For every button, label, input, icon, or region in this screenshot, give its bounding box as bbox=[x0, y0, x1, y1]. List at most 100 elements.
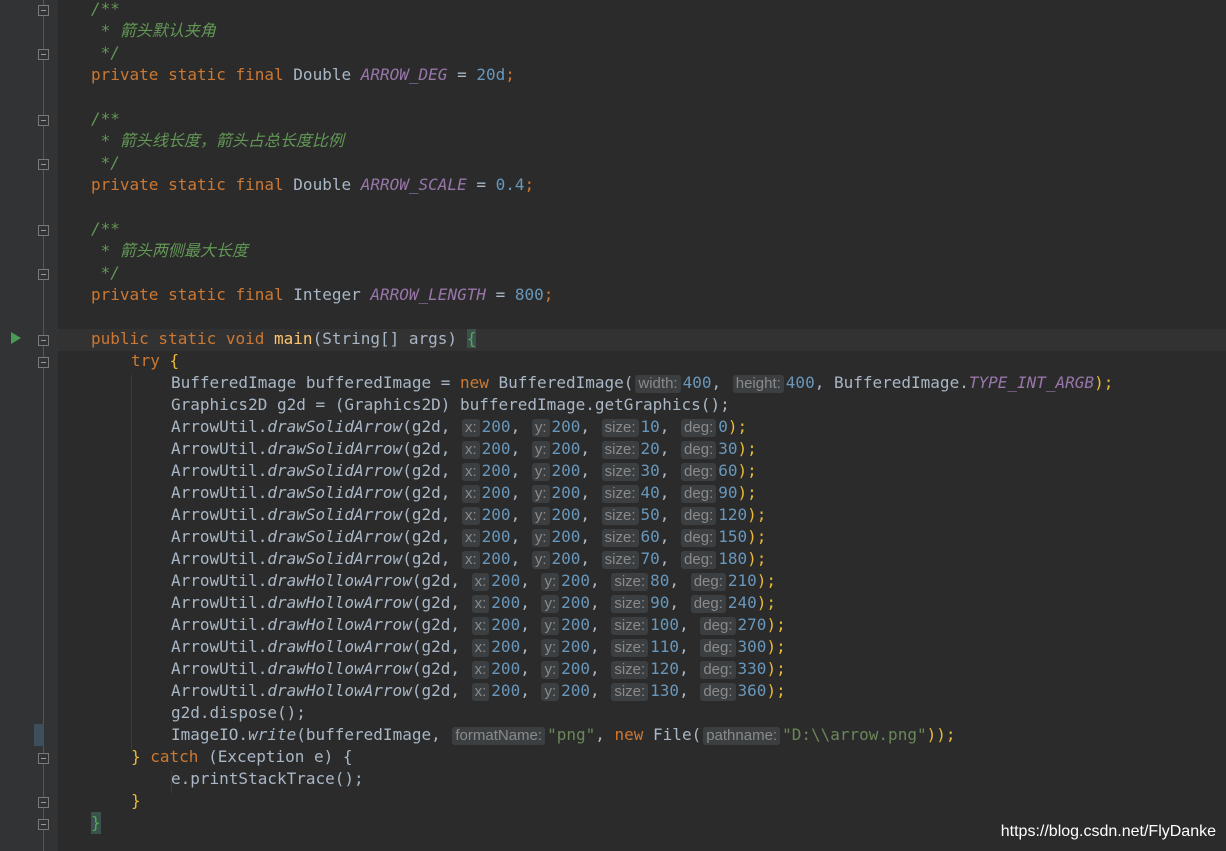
code-text: ); bbox=[756, 593, 777, 612]
method-name: drawHollowArrow bbox=[267, 681, 412, 700]
type: Double bbox=[293, 175, 352, 194]
fold-marker[interactable] bbox=[38, 5, 49, 16]
param-hint: deg: bbox=[690, 595, 726, 613]
param-hint: deg: bbox=[681, 551, 717, 569]
method-name: drawHollowArrow bbox=[267, 637, 412, 656]
fold-marker[interactable] bbox=[38, 753, 49, 764]
param-hint: x: bbox=[461, 463, 480, 481]
number: 30 bbox=[718, 439, 738, 458]
number: 80 bbox=[650, 571, 670, 590]
code-text: (g2d, bbox=[402, 549, 460, 568]
code-text: (g2d, bbox=[402, 527, 460, 546]
number: 200 bbox=[561, 637, 591, 656]
number: 200 bbox=[491, 615, 521, 634]
param-hint: y: bbox=[541, 683, 560, 701]
param-hint: size: bbox=[611, 573, 649, 591]
code-text: BufferedImage( bbox=[488, 373, 634, 392]
code-text: ArrowUtil. bbox=[171, 505, 268, 524]
code-text: ); bbox=[766, 615, 786, 634]
number: 20 bbox=[640, 439, 660, 458]
number: 270 bbox=[737, 615, 767, 634]
fold-marker[interactable] bbox=[38, 49, 49, 60]
constant: ARROW_SCALE bbox=[360, 175, 467, 194]
param-hint: size: bbox=[601, 551, 639, 569]
number: 90 bbox=[718, 483, 738, 502]
fold-marker[interactable] bbox=[38, 335, 49, 346]
number: 0.4 bbox=[495, 175, 525, 194]
code-line: * 箭头默认夹角 bbox=[91, 21, 216, 40]
indent-guide bbox=[131, 375, 132, 749]
number: 50 bbox=[640, 505, 660, 524]
number: 40 bbox=[640, 483, 660, 502]
param-hint: deg: bbox=[690, 573, 726, 591]
number: 0 bbox=[718, 417, 728, 436]
method-name: drawSolidArrow bbox=[267, 505, 403, 524]
code-text: ArrowUtil. bbox=[171, 549, 268, 568]
fold-marker[interactable] bbox=[38, 115, 49, 126]
number: 360 bbox=[737, 681, 767, 700]
code-text: ArrowUtil. bbox=[171, 527, 268, 546]
param-hint: x: bbox=[471, 683, 490, 701]
watermark: https://blog.csdn.net/FlyDanke bbox=[1000, 823, 1216, 840]
param-hint: x: bbox=[471, 639, 490, 657]
code-text: (g2d, bbox=[411, 681, 470, 700]
code-line: private static final Double ARROW_DEG = … bbox=[91, 65, 515, 84]
number: 180 bbox=[718, 549, 748, 568]
code-line: ArrowUtil.drawSolidArrow(g2d, x: 200, y: 2… bbox=[171, 439, 757, 459]
param-hint: x: bbox=[471, 573, 490, 591]
code-line: ArrowUtil.drawSolidArrow(g2d, x: 200, y: 2… bbox=[171, 549, 767, 569]
param-hint: y: bbox=[531, 485, 550, 503]
method-name: drawSolidArrow bbox=[267, 417, 403, 436]
code-text: ); bbox=[737, 439, 757, 458]
code-line: ArrowUtil.drawHollowArrow(g2d, x: 200, y:… bbox=[171, 571, 777, 591]
type: Double bbox=[293, 65, 352, 84]
number: 200 bbox=[551, 439, 581, 458]
number: 200 bbox=[491, 637, 521, 656]
number: 200 bbox=[551, 527, 581, 546]
method-name: drawSolidArrow bbox=[267, 483, 403, 502]
run-icon[interactable] bbox=[11, 332, 21, 344]
code-text: ArrowUtil. bbox=[171, 681, 268, 700]
number: 70 bbox=[640, 549, 660, 568]
code-line: e.printStackTrace(); bbox=[171, 769, 364, 788]
number: 200 bbox=[481, 439, 511, 458]
fold-marker[interactable] bbox=[38, 225, 49, 236]
code-line: BufferedImage bufferedImage = new Buffer… bbox=[171, 373, 1114, 393]
number: 330 bbox=[737, 659, 767, 678]
code-text: ); bbox=[756, 571, 777, 590]
method-name: drawHollowArrow bbox=[267, 659, 412, 678]
fold-marker[interactable] bbox=[38, 357, 49, 368]
param-hint: size: bbox=[601, 529, 639, 547]
fold-marker[interactable] bbox=[38, 797, 49, 808]
fold-marker[interactable] bbox=[38, 159, 49, 170]
code-text: ArrowUtil. bbox=[171, 461, 268, 480]
param-hint: deg: bbox=[700, 683, 736, 701]
code-text: )); bbox=[926, 725, 956, 744]
keyword: catch bbox=[150, 747, 199, 766]
param-hint: deg: bbox=[681, 485, 717, 503]
code-line: ArrowUtil.drawHollowArrow(g2d, x: 200, y:… bbox=[171, 593, 777, 613]
code-line: /** bbox=[91, 109, 120, 128]
code-line: Graphics2D g2d = (Graphics2D) bufferedIm… bbox=[171, 395, 730, 414]
code-line: ArrowUtil.drawHollowArrow(g2d, x: 200, y:… bbox=[171, 615, 786, 635]
fold-marker[interactable] bbox=[38, 269, 49, 280]
code-text: ); bbox=[737, 483, 757, 502]
code-text: ); bbox=[727, 417, 748, 436]
number: 20d bbox=[476, 65, 506, 84]
param-hint: formatName: bbox=[452, 727, 546, 745]
fold-marker[interactable] bbox=[38, 819, 49, 830]
number: 200 bbox=[561, 659, 591, 678]
param-hint: x: bbox=[461, 507, 480, 525]
code-line: ArrowUtil.drawHollowArrow(g2d, x: 200, y:… bbox=[171, 637, 786, 657]
number: 800 bbox=[514, 285, 544, 304]
number: 210 bbox=[727, 571, 757, 590]
code-text: File( bbox=[643, 725, 702, 744]
code-text: (g2d, bbox=[402, 439, 460, 458]
code-text: , BufferedImage. bbox=[814, 373, 969, 392]
code-text: ArrowUtil. bbox=[171, 483, 268, 502]
code-line: ArrowUtil.drawSolidArrow(g2d, x: 200, y: 2… bbox=[171, 483, 757, 503]
number: 300 bbox=[737, 637, 767, 656]
param-hint: x: bbox=[461, 441, 480, 459]
brace: } bbox=[131, 747, 151, 766]
code-text: (g2d, bbox=[402, 417, 460, 436]
